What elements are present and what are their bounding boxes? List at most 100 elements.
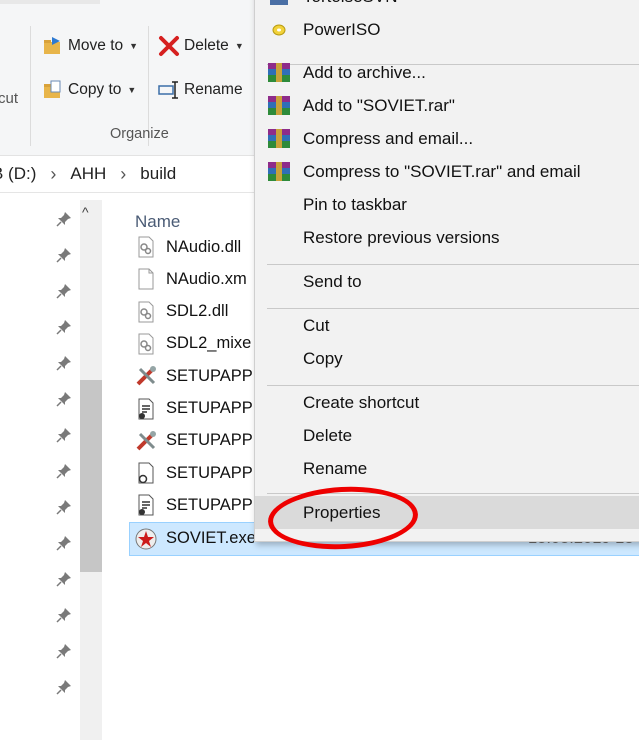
file-row[interactable]: SDL2_mixe — [130, 328, 270, 360]
pin-icon[interactable] — [56, 427, 72, 443]
document-icon — [135, 268, 157, 290]
menu-item-delete[interactable]: Delete — [255, 419, 639, 452]
winrar-icon — [267, 94, 291, 118]
chevron-down-icon: ▼ — [129, 41, 139, 51]
chevron-right-icon: › — [120, 163, 127, 184]
dll-icon — [135, 333, 157, 355]
context-menu: TortoiseSVN PowerISO Add to archive... Add … — [254, 0, 639, 542]
copy-to-button[interactable]: Copy to ▼ — [42, 76, 136, 104]
file-name: SETUPAPPL — [166, 399, 262, 417]
setup-tools-icon — [135, 430, 157, 452]
pin-icon[interactable] — [56, 643, 72, 659]
menu-item-label: PowerISO — [303, 19, 381, 39]
file-row[interactable]: SDL2.dll — [130, 296, 270, 328]
pin-icon[interactable] — [56, 571, 72, 587]
menu-item-compress-and-email[interactable]: Compress and email... — [255, 122, 639, 155]
menu-item-cut[interactable]: Cut — [255, 309, 639, 342]
menu-item-label: Copy — [303, 348, 343, 368]
menu-item-label: Add to "SOVIET.rar" — [303, 95, 455, 115]
menu-item-add-to-archive[interactable]: Add to archive... — [255, 56, 639, 89]
menu-item-restore-previous-versions[interactable]: Restore previous versions — [255, 221, 639, 254]
menu-item-label: Add to archive... — [303, 62, 426, 82]
pin-icon[interactable] — [56, 355, 72, 371]
menu-item-poweriso[interactable]: PowerISO — [255, 13, 639, 46]
file-name: SETUPAPPL — [166, 431, 262, 450]
delete-button[interactable]: Delete ▼ — [158, 32, 244, 60]
pin-icon[interactable] — [56, 463, 72, 479]
pin-icon[interactable] — [56, 607, 72, 623]
file-name: SETUPAPPL — [166, 463, 262, 482]
menu-item-label: Rename — [303, 458, 368, 478]
pin-icon[interactable] — [56, 283, 72, 299]
file-row[interactable]: SETUPAPPL — [130, 393, 270, 425]
file-name: SETUPAPPL — [166, 366, 262, 385]
copy-to-label: Copy to — [68, 81, 122, 98]
menu-item-add-to-soviet-rar[interactable]: Add to "SOVIET.rar" — [255, 89, 639, 122]
ribbon-tab-strip — [0, 0, 100, 4]
menu-item-label: Delete — [303, 425, 353, 445]
move-to-button[interactable]: Move to ▼ — [42, 32, 138, 60]
cut-button-label[interactable]: cut — [0, 90, 18, 107]
pin-icon[interactable] — [56, 247, 72, 263]
delete-label: Delete — [184, 37, 229, 54]
rename-icon — [158, 79, 180, 101]
breadcrumb-drive[interactable]: B (D:) — [0, 164, 36, 184]
organize-group-label: Organize — [110, 126, 169, 142]
breadcrumb-folder-ahh[interactable]: AHH — [70, 164, 106, 184]
chevron-down-icon: ▼ — [234, 41, 244, 51]
chevron-down-icon: ▼ — [127, 85, 137, 95]
dll-icon — [135, 301, 157, 323]
tortoisesvn-icon — [267, 0, 291, 9]
scrollbar-thumb[interactable] — [80, 380, 102, 572]
file-name: SDL2.dll — [166, 302, 229, 321]
menu-item-label: Send to — [303, 271, 362, 291]
menu-item-label: Compress to "SOVIET.rar" and email — [303, 161, 581, 181]
soviet-star-icon — [135, 528, 157, 550]
setup-tools-icon — [135, 365, 157, 387]
pin-icon[interactable] — [56, 319, 72, 335]
file-row[interactable]: NAudio.dll — [130, 231, 270, 263]
file-name: NAudio.dll — [166, 237, 242, 256]
winrar-icon — [267, 160, 291, 184]
file-row[interactable]: SETUPAPPL — [130, 360, 270, 392]
breadcrumb-folder-build[interactable]: build — [140, 164, 176, 184]
config-file-icon — [135, 398, 157, 420]
pin-icon[interactable] — [56, 391, 72, 407]
move-to-icon — [42, 35, 64, 57]
file-row[interactable]: SETUPAPPL — [130, 457, 270, 489]
menu-item-create-shortcut[interactable]: Create shortcut — [255, 386, 639, 419]
chevron-right-icon: › — [50, 163, 57, 184]
menu-item-copy[interactable]: Copy — [255, 342, 639, 375]
winrar-icon — [267, 127, 291, 151]
file-row[interactable]: SETUPAPPL — [130, 425, 270, 457]
rename-button[interactable]: Rename — [158, 76, 243, 104]
config-file-icon — [135, 494, 157, 516]
ribbon-separator — [30, 26, 31, 146]
winrar-icon — [267, 61, 291, 85]
move-to-label: Move to — [68, 37, 124, 54]
script-file-icon — [135, 462, 157, 484]
scroll-up-icon[interactable]: ^ — [82, 204, 89, 220]
menu-item-label: Restore previous versions — [303, 227, 500, 247]
file-row[interactable]: SETUPAPPL — [130, 489, 270, 521]
pin-icon[interactable] — [56, 499, 72, 515]
pin-icon[interactable] — [56, 679, 72, 695]
file-name: NAudio.xm — [166, 269, 247, 288]
delete-x-icon — [158, 35, 180, 57]
poweriso-icon — [267, 18, 291, 42]
menu-item-label: Create shortcut — [303, 392, 420, 412]
menu-item-rename[interactable]: Rename — [255, 452, 639, 485]
menu-item-tortoisesvn[interactable]: TortoiseSVN — [255, 0, 639, 13]
menu-item-pin-to-taskbar[interactable]: Pin to taskbar — [255, 188, 639, 221]
pin-icon[interactable] — [56, 211, 72, 227]
menu-item-compress-to-soviet-rar-and-email[interactable]: Compress to "SOVIET.rar" and email — [255, 155, 639, 188]
file-name: SETUPAPPL — [166, 495, 262, 514]
file-row[interactable]: NAudio.xm — [130, 263, 270, 295]
rename-label: Rename — [184, 81, 243, 98]
column-header-name[interactable]: Name — [135, 212, 180, 232]
menu-item-label: Compress and email... — [303, 128, 474, 148]
pin-icon[interactable] — [56, 535, 72, 551]
menu-item-send-to[interactable]: Send to — [255, 265, 639, 298]
file-name: SOVIET.exe — [166, 529, 256, 548]
file-name: SDL2_mixe — [166, 334, 252, 353]
